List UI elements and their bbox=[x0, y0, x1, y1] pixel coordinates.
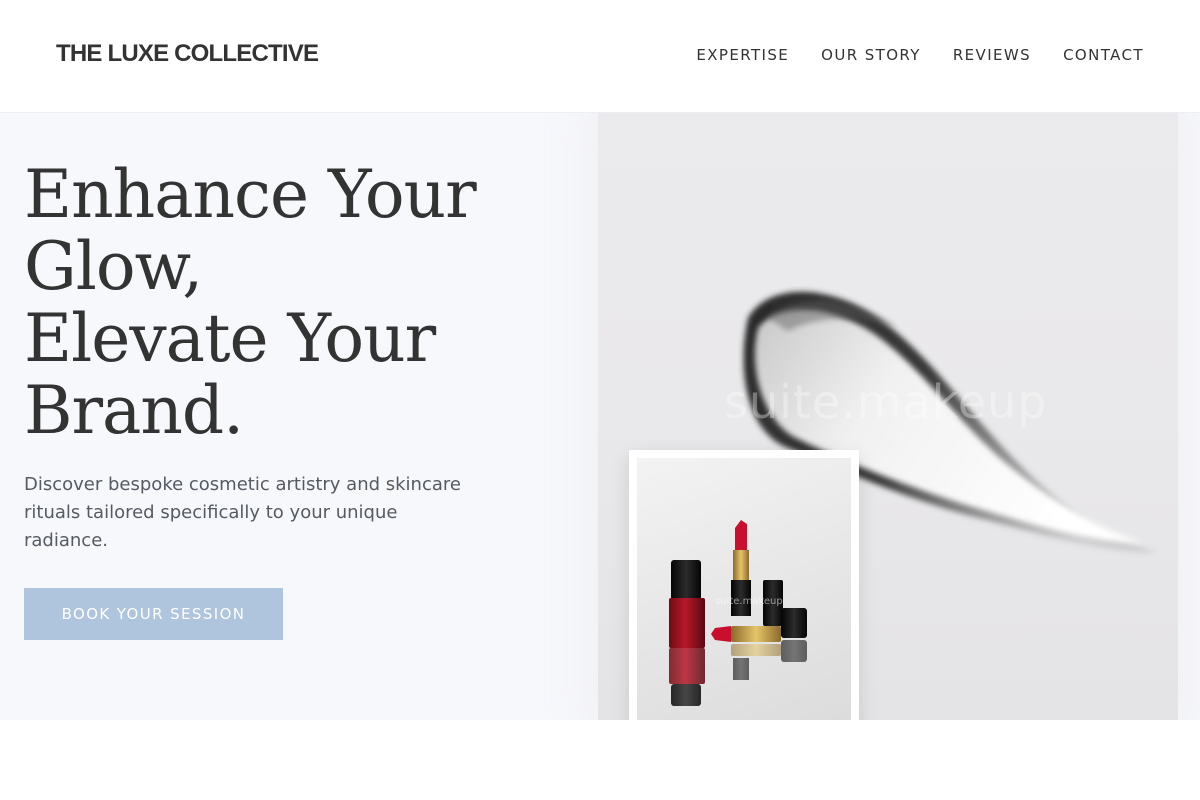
main-nav: EXPERTISE OUR STORY REVIEWS CONTACT bbox=[696, 46, 1144, 64]
page: THE LUXE COLLECTIVE EXPERTISE OUR STORY … bbox=[0, 0, 1200, 800]
headline-line: Enhance Your bbox=[24, 156, 477, 233]
hero-section: Enhance Your Glow, Elevate Your Brand. D… bbox=[0, 113, 1200, 720]
lipstick-products-illustration bbox=[669, 520, 807, 706]
logo[interactable]: THE LUXE COLLECTIVE bbox=[56, 40, 319, 68]
book-session-button[interactable]: BOOK YOUR SESSION bbox=[24, 588, 283, 640]
hero-headline: Enhance Your Glow, Elevate Your Brand. bbox=[24, 159, 544, 447]
headline-line: Glow, bbox=[24, 228, 203, 305]
nav-link-contact[interactable]: CONTACT bbox=[1063, 46, 1144, 64]
headline-line: Brand. bbox=[24, 372, 244, 449]
inset-lipstick-photo-frame: suite.makeup bbox=[629, 450, 859, 720]
nav-link-our-story[interactable]: OUR STORY bbox=[821, 46, 921, 64]
lipstick-products-image: suite.makeup bbox=[637, 458, 851, 720]
inset-image-watermark: suite.makeup bbox=[715, 596, 783, 607]
nav-link-expertise[interactable]: EXPERTISE bbox=[696, 46, 789, 64]
nav-link-reviews[interactable]: REVIEWS bbox=[953, 46, 1031, 64]
headline-line: Elevate Your bbox=[24, 300, 436, 377]
image-watermark: suite.makeup bbox=[724, 375, 1048, 429]
hero-tagline: Discover bespoke cosmetic artistry and s… bbox=[24, 474, 461, 551]
site-header: THE LUXE COLLECTIVE EXPERTISE OUR STORY … bbox=[0, 0, 1200, 113]
